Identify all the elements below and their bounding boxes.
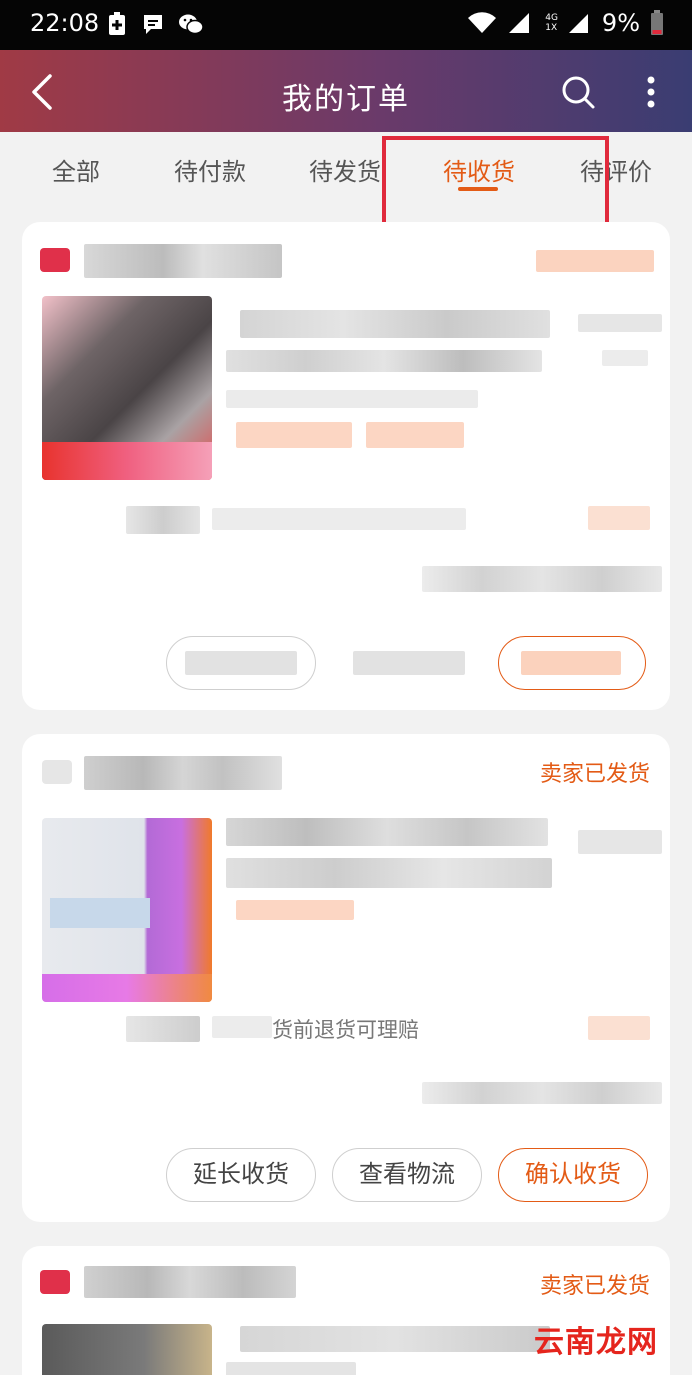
clock: 22:08 xyxy=(30,9,100,37)
header-bar: 我的订单 xyxy=(0,50,692,132)
watermark-logo: 云南龙网 xyxy=(534,1325,658,1360)
shop-icon xyxy=(42,760,72,784)
tab-pending-payment[interactable]: 待付款 xyxy=(174,152,246,187)
blurred-tag xyxy=(366,422,464,448)
blurred-product-title-2 xyxy=(226,858,552,888)
blurred-product-title xyxy=(240,310,550,338)
blurred-service-link xyxy=(588,1016,650,1040)
order-action-button[interactable] xyxy=(334,636,484,690)
battery-icon xyxy=(651,10,663,35)
product-thumbnail[interactable] xyxy=(42,818,212,1002)
view-logistics-button[interactable]: 查看物流 xyxy=(332,1148,482,1202)
annotation-highlight-box xyxy=(382,136,609,232)
blurred-product-title xyxy=(240,1326,550,1352)
blurred-service-label xyxy=(126,1016,200,1042)
blurred-service-label xyxy=(126,506,200,534)
battery-saver-icon xyxy=(109,12,125,35)
blurred-service-text xyxy=(212,508,466,530)
order-card[interactable] xyxy=(22,222,670,710)
order-action-button[interactable] xyxy=(166,636,316,690)
product-thumbnail[interactable] xyxy=(42,1324,212,1375)
blurred-service-link xyxy=(588,506,650,530)
message-icon xyxy=(144,15,162,34)
blurred-total xyxy=(422,1082,662,1104)
tab-pending-shipment[interactable]: 待发货 xyxy=(309,152,381,187)
blurred-tag xyxy=(236,422,352,448)
order-status: 卖家已发货 xyxy=(539,762,650,787)
blurred-shop-name xyxy=(84,244,282,278)
blurred-service-text xyxy=(212,1016,272,1038)
wifi-icon xyxy=(468,12,497,34)
status-bar: 22:08 4G 1X 9% xyxy=(0,0,692,50)
search-icon[interactable] xyxy=(560,74,596,110)
blurred-price xyxy=(578,314,662,332)
blurred-status xyxy=(536,250,654,272)
service-promise-text: 货前退货可理赔 xyxy=(272,1018,419,1042)
blurred-price xyxy=(578,830,662,854)
tab-all[interactable]: 全部 xyxy=(52,152,100,187)
blurred-product-title-2 xyxy=(226,350,542,372)
blurred-product-spec xyxy=(226,390,478,408)
product-thumbnail[interactable] xyxy=(42,296,212,480)
wechat-icon xyxy=(179,14,204,35)
order-primary-button[interactable] xyxy=(498,636,646,690)
network-type: 4G 1X xyxy=(545,13,558,33)
battery-percent: 9% xyxy=(601,9,640,37)
shop-icon xyxy=(40,248,70,272)
order-status: 卖家已发货 xyxy=(539,1274,650,1299)
blurred-tag xyxy=(236,900,354,920)
blurred-product-title xyxy=(226,818,548,846)
extend-receipt-button[interactable]: 延长收货 xyxy=(166,1148,316,1202)
blurred-quantity xyxy=(602,350,648,366)
shop-icon xyxy=(40,1270,70,1294)
more-icon[interactable] xyxy=(636,72,666,112)
order-card[interactable]: 卖家已发货 货前退货可理赔 延长收货 查看物流 确认收货 xyxy=(22,734,670,1222)
blurred-product-title-2 xyxy=(226,1362,356,1375)
signal-icon-2 xyxy=(568,14,588,33)
confirm-receipt-button[interactable]: 确认收货 xyxy=(498,1148,648,1202)
blurred-shop-name xyxy=(84,1266,296,1298)
blurred-total xyxy=(422,566,662,592)
signal-icon xyxy=(509,13,530,33)
blurred-shop-name xyxy=(84,756,282,790)
